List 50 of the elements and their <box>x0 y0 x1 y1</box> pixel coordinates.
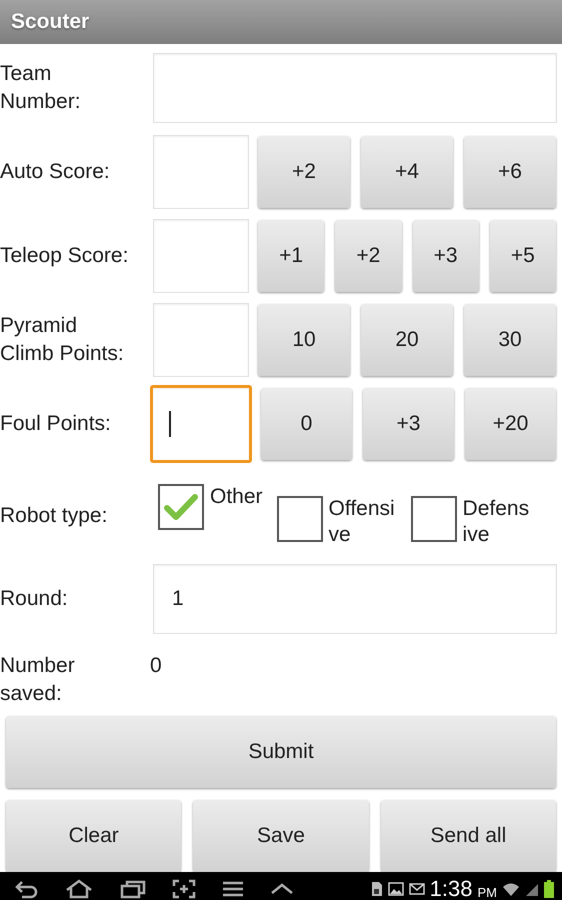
clock-meridiem: PM <box>478 884 497 900</box>
app-title: Scouter <box>11 10 90 34</box>
recent-apps-icon[interactable] <box>120 879 146 899</box>
battery-icon <box>544 880 554 898</box>
score-button[interactable]: 30 <box>464 304 556 376</box>
score-button[interactable]: +6 <box>464 136 556 208</box>
score-button[interactable]: +3 <box>412 220 479 292</box>
score-button[interactable]: +2 <box>258 136 350 208</box>
checkbox[interactable] <box>410 496 457 542</box>
clock-time: 1:38 <box>430 876 472 900</box>
checkbox[interactable] <box>158 484 204 530</box>
text-field[interactable]: 1 <box>153 564 557 634</box>
submit-button[interactable]: Submit <box>6 716 556 788</box>
field-label: Round: <box>0 586 69 612</box>
image-icon <box>388 882 404 896</box>
check-icon <box>164 493 198 521</box>
field-label: Teleop Score: <box>0 243 130 269</box>
score-button[interactable]: +2 <box>335 220 402 292</box>
field-label: Number saved: <box>0 653 76 707</box>
score-button[interactable]: +20 <box>465 388 556 460</box>
action-button[interactable]: Clear <box>6 800 182 872</box>
score-button[interactable]: +1 <box>258 220 324 292</box>
checkbox-label: Defensive <box>462 496 530 548</box>
wifi-icon <box>502 881 520 897</box>
score-field[interactable] <box>150 385 252 463</box>
field-label: Robot type: <box>0 503 108 529</box>
text-field[interactable] <box>153 53 557 123</box>
checkbox-label: Offensive <box>328 496 396 548</box>
field-label: Pyramid Climb Points: <box>0 313 125 367</box>
action-button[interactable]: Send all <box>380 800 556 872</box>
score-button[interactable]: 20 <box>361 304 453 376</box>
score-button[interactable]: +4 <box>361 136 453 208</box>
menu-icon[interactable] <box>222 879 244 899</box>
score-button[interactable]: 0 <box>261 388 352 460</box>
checkbox[interactable] <box>276 496 323 542</box>
score-button[interactable]: 10 <box>258 304 350 376</box>
text-cursor <box>169 411 171 437</box>
action-button[interactable]: Save <box>193 800 369 872</box>
home-icon[interactable] <box>64 879 94 899</box>
checkbox-label: Other <box>210 484 263 510</box>
back-icon[interactable] <box>14 879 38 899</box>
sd-card-icon <box>370 881 383 897</box>
mail-icon <box>408 882 425 896</box>
score-button[interactable]: +5 <box>490 220 556 292</box>
field-label: Foul Points: <box>0 411 112 437</box>
score-button[interactable]: +3 <box>363 388 454 460</box>
field-label: Team Number: <box>0 61 82 115</box>
field-label: Auto Score: <box>0 159 111 185</box>
screenshot-icon[interactable] <box>172 879 196 899</box>
saved-count: 0 <box>150 654 162 678</box>
